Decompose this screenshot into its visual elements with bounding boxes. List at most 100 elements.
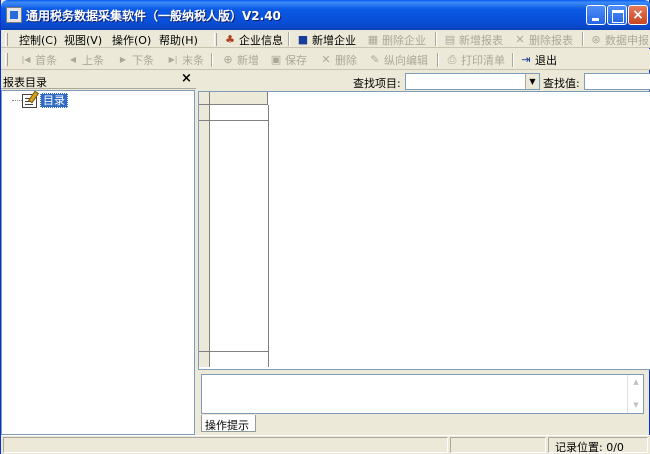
menu-bar: 控制(C) 视图(V) 操作(O) 帮助(H) ♣ 企业信息 ■ 新增企业 ▦ … — [1, 30, 650, 48]
record-toolbar: |◀ 首条 ◀ 上条 ▶ 下条 ▶| 末条 ⊕ 新增 ▣ 保存 ✕ 删除 ✎ 纵… — [1, 49, 650, 70]
panel-header: 报表目录 × — [1, 71, 196, 89]
hint-scrollbar[interactable]: ▲ ▼ — [627, 375, 643, 413]
grid-corner — [199, 92, 210, 105]
toolbar-grip — [5, 53, 8, 66]
print-list-button[interactable]: ⎙ 打印清单 — [445, 52, 505, 68]
data-declare-icon: ⊛ — [591, 33, 601, 46]
app-window: 通用税务数据采集软件（一般纳税人版）V2.40 × 控制(C) 视图(V) 操作… — [0, 0, 650, 454]
add-report-label: 新增报表 — [459, 34, 503, 47]
first-record-label: 首条 — [35, 54, 57, 67]
menu-control[interactable]: 控制(C) — [19, 32, 57, 48]
window-title: 通用税务数据采集软件（一般纳税人版）V2.40 — [26, 9, 281, 23]
add-report-icon: ▤ — [444, 33, 456, 46]
chevron-down-icon[interactable]: ▼ — [525, 74, 539, 89]
maximize-button[interactable] — [607, 5, 627, 25]
title-bar: 通用税务数据采集软件（一般纳税人版）V2.40 × — [1, 0, 650, 30]
add-report-button[interactable]: ▤ 新增报表 — [443, 32, 503, 48]
first-record-button[interactable]: |◀ 首条 — [19, 52, 57, 68]
scroll-down-icon[interactable]: ▼ — [629, 399, 643, 412]
exit-label: 退出 — [535, 54, 557, 67]
grid-column-header[interactable] — [210, 92, 268, 105]
search-value-input[interactable] — [584, 73, 650, 90]
grid-row-header — [199, 105, 210, 367]
minimize-button[interactable] — [586, 5, 606, 25]
new-icon: ⊕ — [223, 53, 233, 66]
grid-footer-cell — [199, 352, 210, 367]
close-button[interactable]: × — [628, 5, 648, 25]
toolbar-separator — [211, 53, 213, 67]
prev-record-button[interactable]: ◀ 上条 — [66, 52, 104, 68]
exit-button[interactable]: ⇥ 退出 — [519, 52, 557, 68]
scroll-up-icon[interactable]: ▲ — [629, 376, 643, 389]
menu-grip — [5, 33, 8, 46]
menu-operation[interactable]: 操作(O) — [112, 32, 151, 48]
company-info-icon: ♣ — [225, 33, 235, 46]
last-record-label: 末条 — [182, 54, 204, 67]
search-item-label: 查找项目: — [353, 77, 401, 90]
search-value-label: 查找值: — [543, 77, 580, 90]
delete-report-label: 删除报表 — [529, 34, 573, 47]
operation-hint-box[interactable]: ▲ ▼ — [201, 374, 644, 414]
report-catalog-panel: 报表目录 × 目录 — [1, 71, 196, 435]
print-list-label: 打印清单 — [461, 54, 505, 67]
catalog-icon — [22, 94, 37, 108]
delete-company-icon: ▦ — [367, 33, 379, 46]
menu-view[interactable]: 视图(V) — [64, 32, 102, 48]
vertical-edit-button[interactable]: ✎ 纵向编辑 — [368, 52, 428, 68]
save-label: 保存 — [285, 54, 307, 67]
first-record-icon: |◀ — [21, 55, 31, 64]
toolbar-separator — [582, 32, 584, 46]
tab-operation-hint[interactable]: 操作提示 — [201, 415, 256, 432]
toolbar-separator — [512, 53, 514, 67]
search-item-select[interactable]: ▼ — [405, 73, 540, 90]
status-cell — [450, 437, 546, 453]
print-list-icon: ⎙ — [447, 53, 457, 66]
add-company-icon: ■ — [297, 33, 309, 46]
status-cell — [3, 437, 448, 453]
company-info-label: 企业信息 — [239, 34, 283, 47]
data-declare-label: 数据申报 — [605, 34, 649, 47]
toolbar-separator — [288, 32, 290, 46]
record-position: 记录位置: 0/0 — [555, 441, 624, 454]
prev-record-label: 上条 — [82, 54, 104, 67]
last-record-icon: ▶| — [168, 55, 178, 64]
next-record-label: 下条 — [132, 54, 154, 67]
data-grid[interactable] — [198, 91, 650, 370]
panel-close-icon[interactable]: × — [181, 71, 192, 86]
new-button[interactable]: ⊕ 新增 — [221, 52, 259, 68]
panel-title: 报表目录 — [3, 76, 47, 89]
close-icon: × — [632, 7, 644, 23]
delete-company-button[interactable]: ▦ 删除企业 — [366, 32, 426, 48]
status-bar: 记录位置: 0/0 — [1, 435, 650, 454]
data-declare-button[interactable]: ⊛ 数据申报 — [589, 32, 649, 48]
report-tree[interactable]: 目录 — [1, 90, 195, 435]
vertical-edit-label: 纵向编辑 — [384, 54, 428, 67]
next-record-icon: ▶ — [119, 55, 127, 64]
delete-button[interactable]: ✕ 删除 — [319, 52, 357, 68]
app-icon — [6, 7, 22, 23]
grid-column-line — [268, 105, 269, 367]
add-company-button[interactable]: ■ 新增企业 — [296, 32, 356, 48]
add-company-label: 新增企业 — [312, 34, 356, 47]
delete-icon: ✕ — [321, 53, 331, 66]
delete-report-icon: ✕ — [515, 33, 525, 46]
tree-connector — [12, 100, 22, 101]
company-info-button[interactable]: ♣ 企业信息 — [223, 32, 283, 48]
delete-company-label: 删除企业 — [382, 34, 426, 47]
save-button[interactable]: ▣ 保存 — [269, 52, 307, 68]
new-label: 新增 — [237, 54, 259, 67]
grid-row[interactable] — [199, 105, 269, 121]
last-record-button[interactable]: ▶| 末条 — [166, 52, 204, 68]
prev-record-icon: ◀ — [69, 55, 77, 64]
exit-icon: ⇥ — [521, 53, 531, 66]
delete-label: 删除 — [335, 54, 357, 67]
toolbar-grip — [214, 33, 217, 46]
menu-help[interactable]: 帮助(H) — [159, 32, 198, 48]
next-record-button[interactable]: ▶ 下条 — [116, 52, 154, 68]
tree-node-root[interactable]: 目录 — [40, 93, 68, 108]
toolbar-separator — [435, 32, 437, 46]
save-icon: ▣ — [270, 53, 282, 66]
delete-report-button[interactable]: ✕ 删除报表 — [513, 32, 573, 48]
vertical-edit-icon: ✎ — [370, 53, 380, 66]
toolbar-separator — [437, 53, 439, 67]
